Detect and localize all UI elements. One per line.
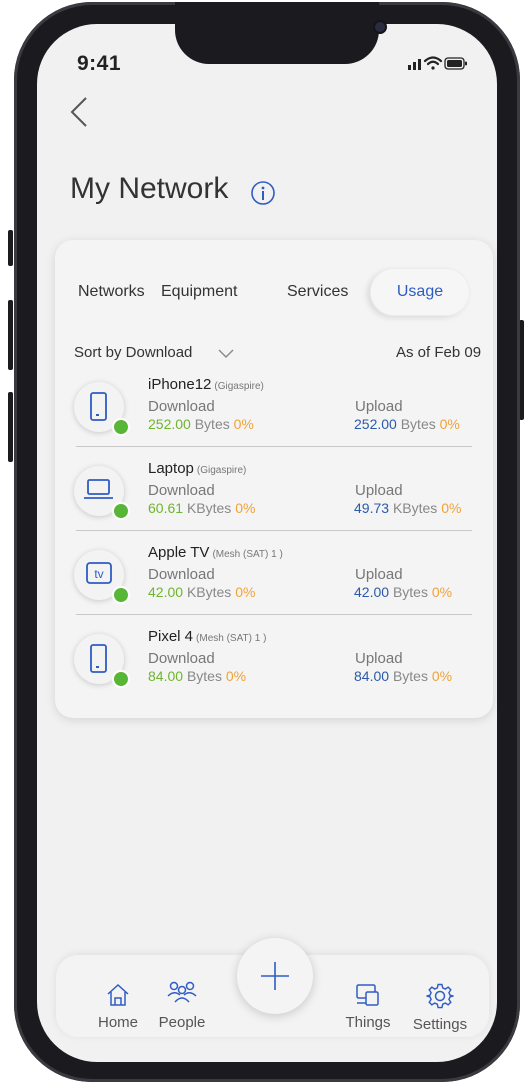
online-status-dot	[112, 502, 130, 520]
tab-usage[interactable]: Usage	[370, 268, 470, 316]
nav-things[interactable]: Things	[336, 982, 400, 1031]
sort-dropdown[interactable]: Sort by Download	[74, 344, 192, 361]
upload-value: 49.73 KBytes 0%	[354, 500, 462, 516]
device-source: (Gigaspire)	[196, 465, 247, 476]
as-of-date: As of Feb 09	[396, 344, 482, 361]
chevron-left-icon	[70, 97, 87, 127]
download-label: Download	[148, 650, 215, 667]
device-name: Laptop	[148, 460, 194, 477]
online-status-dot	[112, 670, 130, 688]
upload-value: 42.00 Bytes 0%	[354, 584, 453, 600]
tab-equipment[interactable]: Equipment	[161, 283, 238, 301]
online-status-dot	[112, 418, 130, 436]
nav-people[interactable]: People	[150, 980, 214, 1031]
cellular-signal-icon	[408, 59, 421, 70]
upload-label: Upload	[355, 398, 403, 415]
battery-icon	[444, 57, 467, 70]
nav-things-label: Things	[345, 1014, 391, 1031]
page-title: My Network	[70, 172, 229, 205]
camera-icon	[375, 22, 385, 32]
device-source: (Mesh (SAT) 1 )	[212, 549, 283, 560]
nav-settings[interactable]: Settings	[408, 982, 472, 1033]
back-button[interactable]	[62, 94, 102, 134]
row-divider	[76, 530, 472, 531]
tab-networks[interactable]: Networks	[78, 283, 145, 301]
download-label: Download	[148, 398, 215, 415]
device-row[interactable]: iPhone12 (Gigaspire) Download 252.00 Byte…	[70, 372, 472, 452]
download-label: Download	[148, 566, 215, 583]
status-time: 9:41	[77, 52, 122, 75]
download-value: 252.00 Bytes 0%	[148, 416, 254, 432]
volume-up-button[interactable]	[8, 300, 13, 370]
wifi-icon	[423, 56, 443, 70]
device-name: iPhone12	[148, 376, 212, 393]
upload-label: Upload	[355, 482, 403, 499]
add-button[interactable]	[237, 938, 313, 1014]
device-row[interactable]: Laptop (Gigaspire) Download 60.61 KBytes …	[70, 456, 472, 536]
mute-switch[interactable]	[8, 230, 13, 266]
chevron-down-icon[interactable]	[218, 346, 234, 358]
plus-icon	[261, 962, 289, 990]
download-value: 42.00 KBytes 0%	[148, 584, 256, 600]
device-source: (Mesh (SAT) 1 )	[196, 633, 267, 644]
volume-down-button[interactable]	[8, 392, 13, 462]
device-source: (Gigaspire)	[214, 381, 264, 392]
device-name: Apple TV	[148, 544, 210, 561]
notch	[175, 2, 385, 64]
tab-services[interactable]: Services	[287, 283, 348, 301]
download-label: Download	[148, 482, 215, 499]
row-divider	[76, 614, 472, 615]
svg-text:tv: tv	[94, 567, 103, 581]
upload-label: Upload	[355, 566, 403, 583]
things-icon	[356, 984, 379, 1006]
people-icon	[167, 981, 197, 1003]
nav-settings-label: Settings	[412, 1016, 468, 1033]
row-divider	[76, 446, 472, 447]
upload-value: 84.00 Bytes 0%	[354, 668, 453, 684]
online-status-dot	[112, 586, 130, 604]
device-row[interactable]: Pixel 4 (Mesh (SAT) 1 ) Download 84.00 By…	[70, 624, 472, 704]
upload-label: Upload	[355, 650, 403, 667]
info-icon[interactable]	[250, 180, 276, 206]
nav-home[interactable]: Home	[88, 982, 148, 1031]
device-name: Pixel 4	[148, 628, 194, 645]
device-row[interactable]: tv Apple TV (Mesh (SAT) 1 ) Download 42.0…	[70, 540, 472, 620]
home-icon	[107, 983, 129, 1006]
upload-value: 252.00 Bytes 0%	[354, 416, 460, 432]
gear-icon	[426, 983, 454, 1009]
download-value: 60.61 KBytes 0%	[148, 500, 256, 516]
nav-home-label: Home	[97, 1014, 138, 1031]
nav-people-label: People	[158, 1014, 206, 1031]
status-icons	[408, 52, 468, 74]
download-value: 84.00 Bytes 0%	[148, 668, 247, 684]
